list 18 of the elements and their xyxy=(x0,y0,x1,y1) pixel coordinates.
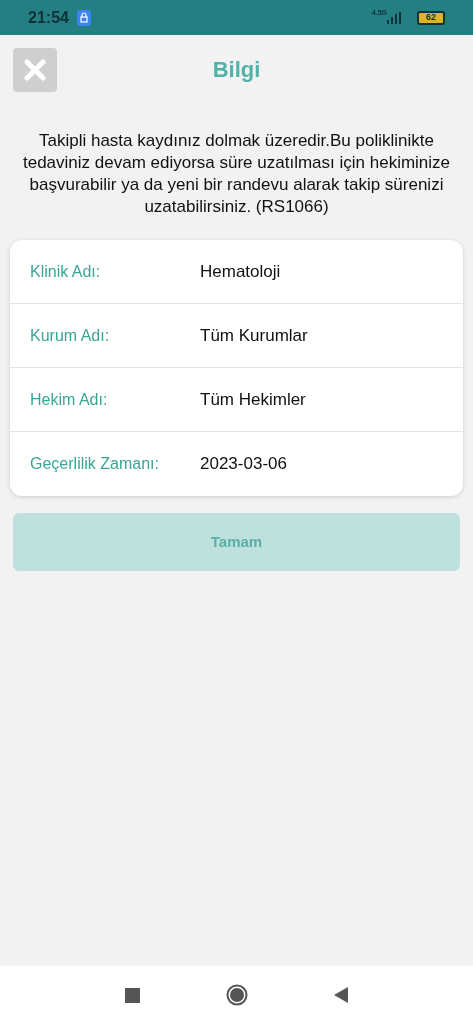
recent-apps-icon[interactable] xyxy=(125,987,140,1003)
signal-icon xyxy=(387,11,401,24)
detail-value: Tüm Kurumlar xyxy=(200,324,308,347)
home-icon[interactable] xyxy=(226,984,248,1006)
detail-label: Geçerlilik Zamanı: xyxy=(30,454,160,474)
detail-value: 2023-03-06 xyxy=(200,453,287,476)
lock-icon xyxy=(76,9,91,26)
back-icon[interactable] xyxy=(334,987,348,1003)
detail-value: Tüm Hekimler xyxy=(200,388,306,411)
page-title: Bilgi xyxy=(212,55,261,84)
clock-time: 21:54 xyxy=(28,7,69,28)
info-message: Takipli hasta kaydınız dolmak üzeredir.Bu poliklinikte tedaviniz devam ediyorsa süre uzatılması için hekiminize başvurabilir ya da yeni bir randevu alarak takip sürenizi uzatabilirsiniz. (RS1066) xyxy=(21,130,452,218)
detail-label: Klinik Adı: xyxy=(30,261,102,282)
detail-label: Kurum Adı: xyxy=(30,325,111,346)
battery-icon: 62 xyxy=(417,10,445,25)
close-icon xyxy=(24,59,46,81)
detail-value: Hematoloji xyxy=(200,260,281,283)
detail-label: Hekim Adı: xyxy=(30,389,109,410)
